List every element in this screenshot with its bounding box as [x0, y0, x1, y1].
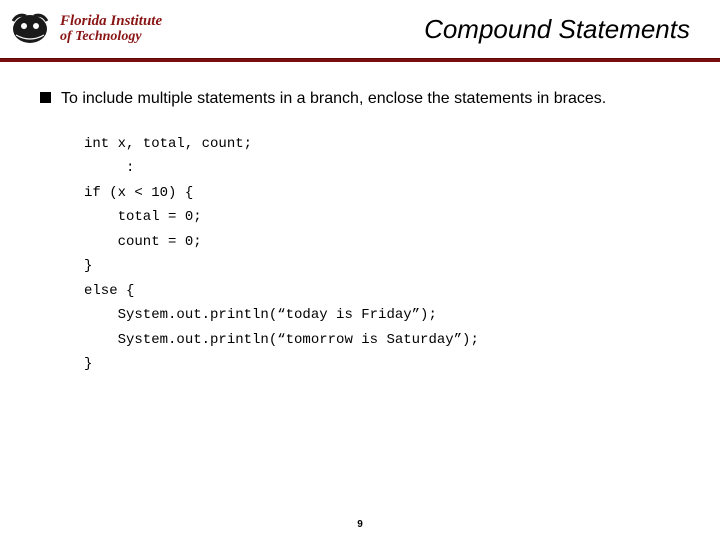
- bullet-item: To include multiple statements in a bran…: [40, 88, 680, 110]
- code-example: int x, total, count; : if (x < 10) { tot…: [84, 132, 680, 377]
- institution-logo: Florida Institute of Technology: [10, 9, 162, 49]
- slide-header: Florida Institute of Technology Compound…: [0, 0, 720, 58]
- square-bullet-icon: [40, 92, 51, 103]
- bullet-text: To include multiple statements in a bran…: [61, 88, 606, 110]
- slide-title: Compound Statements: [424, 14, 690, 45]
- page-number: 9: [0, 519, 720, 530]
- institution-name: Florida Institute of Technology: [60, 14, 162, 44]
- panther-mascot-icon: [10, 9, 54, 49]
- institution-name-line1: Florida Institute: [60, 14, 162, 30]
- institution-name-line2: of Technology: [60, 30, 162, 45]
- slide-content: To include multiple statements in a bran…: [0, 62, 720, 377]
